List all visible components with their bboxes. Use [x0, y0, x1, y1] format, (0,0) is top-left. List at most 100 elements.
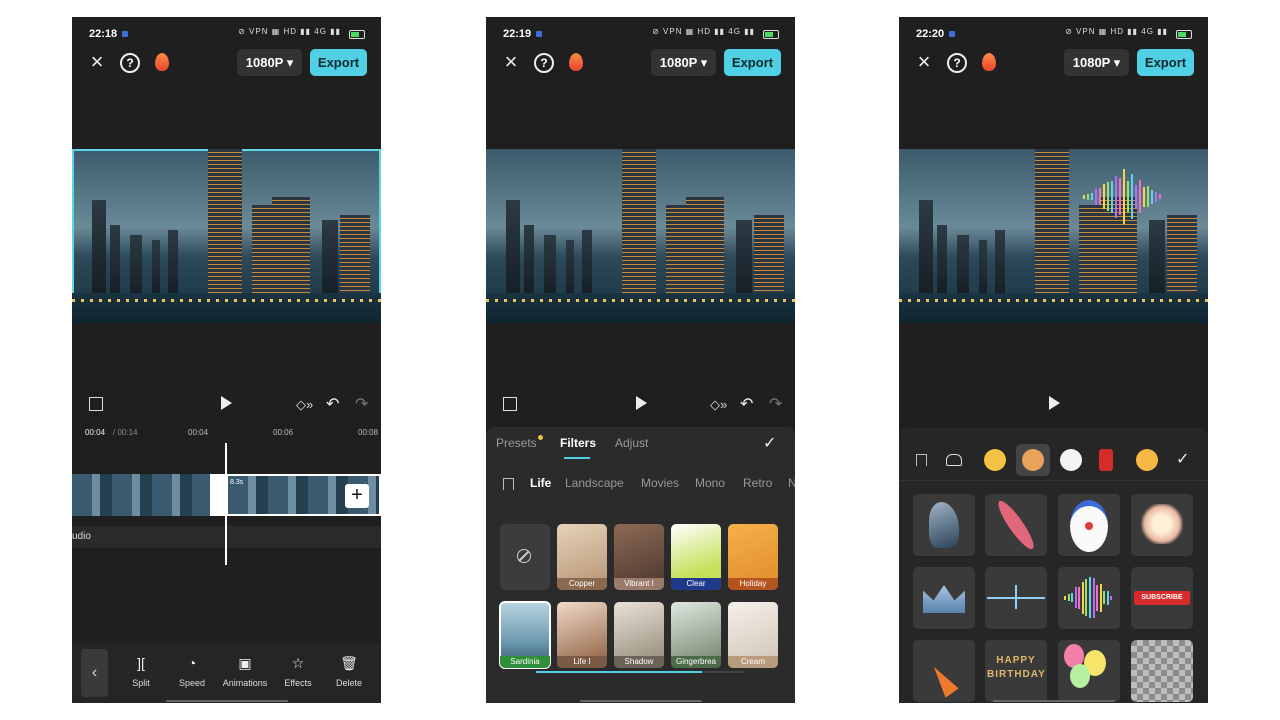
surfboard-sticker[interactable] [985, 494, 1047, 556]
confirm-check-icon[interactable]: ✓ [1176, 449, 1189, 469]
horse-sticker[interactable] [913, 494, 975, 556]
close-icon[interactable]: × [500, 51, 522, 73]
fire-icon[interactable] [982, 53, 996, 71]
playhead[interactable] [225, 443, 227, 565]
keyframe-icon[interactable]: ◇» [710, 397, 727, 413]
bookmark-icon[interactable] [916, 454, 927, 466]
color-wave-sticker[interactable] [1058, 567, 1120, 629]
redo-icon[interactable]: ↷ [355, 394, 368, 414]
tab-adjust[interactable]: Adjust [615, 436, 648, 450]
filter-gingerbread[interactable]: Gingerbrea [671, 602, 721, 668]
redo-icon[interactable]: ↷ [769, 394, 782, 414]
category-landscape[interactable]: Landscape [565, 476, 624, 490]
undo-icon[interactable]: ↶ [740, 394, 753, 414]
filter-cream[interactable]: Cream [728, 602, 778, 668]
back-button[interactable]: ‹ [81, 649, 108, 697]
sticker-wink-icon[interactable] [1136, 449, 1158, 471]
split-button[interactable]: ][Split [115, 655, 167, 688]
confirm-check-icon[interactable]: ✓ [763, 433, 776, 453]
export-button[interactable]: Export [724, 49, 781, 76]
happy-birthday-sticker[interactable]: HAPPY BIRTHDAY [985, 640, 1047, 702]
filter-life-i[interactable]: Life I [557, 602, 607, 668]
wave-bar [1085, 579, 1087, 616]
delete-button[interactable]: 🗑 Delete [323, 655, 375, 688]
fire-icon[interactable] [155, 53, 169, 71]
subscribe-label: SUBSCRIBE [1134, 591, 1190, 605]
export-button[interactable]: Export [310, 49, 367, 76]
play-icon[interactable] [221, 396, 232, 410]
filter-sardinia[interactable]: Sardinia [499, 601, 551, 669]
sound-wave-sticker-overlay[interactable] [1083, 169, 1163, 225]
resolution-dropdown[interactable]: 1080P ▾ [651, 49, 716, 76]
filter-scrollbar[interactable] [536, 671, 744, 673]
wave-bar [1159, 194, 1161, 199]
keyframe-icon[interactable]: ◇» [296, 397, 313, 413]
close-icon[interactable]: × [86, 51, 108, 73]
animations-button[interactable]: ▣ Animations [219, 655, 271, 688]
phone-screen-edit: 22:18 ⊘ VPN ▦ HD ▮▮ 4G ▮▮ × ? 1080P ▾ Ex… [72, 17, 381, 703]
filter-shadow[interactable]: Shadow [614, 602, 664, 668]
clown-sticker[interactable] [1058, 494, 1120, 556]
sticker-ball-icon[interactable] [1060, 449, 1082, 471]
filter-copper[interactable]: Copper [557, 524, 607, 590]
heart-sticker[interactable] [1131, 494, 1193, 556]
line-wave-sticker[interactable] [985, 567, 1047, 629]
bookmark-icon[interactable] [503, 478, 514, 490]
subscribe-sticker[interactable]: SUBSCRIBE [1131, 567, 1193, 629]
ruler-tick: 00:06 [273, 428, 294, 437]
emoji-icon[interactable] [984, 449, 1006, 471]
none-icon [517, 549, 531, 563]
fullscreen-icon[interactable] [503, 397, 517, 411]
filter-clear[interactable]: Clear [671, 524, 721, 590]
wave-bar [1103, 184, 1105, 209]
undo-icon[interactable]: ↶ [326, 394, 339, 414]
filter-holiday[interactable]: Holiday [728, 524, 778, 590]
add-clip-button[interactable]: + [345, 484, 369, 508]
balloons-sticker[interactable] [1058, 640, 1120, 702]
export-button[interactable]: Export [1137, 49, 1194, 76]
category-mono[interactable]: Mono [695, 476, 725, 490]
tab-filters[interactable]: Filters [560, 436, 596, 450]
wave-bar [1155, 192, 1157, 202]
audio-track-label: udio [72, 531, 91, 542]
tab-presets[interactable]: Presets [496, 436, 537, 450]
category-life[interactable]: Life [530, 476, 551, 490]
fullscreen-icon[interactable] [89, 397, 103, 411]
speed-button[interactable]: ◔ Speed [166, 655, 218, 688]
resolution-dropdown[interactable]: 1080P ▾ [237, 49, 302, 76]
wave-bar [1064, 596, 1066, 600]
help-icon[interactable]: ? [947, 53, 967, 73]
help-icon[interactable]: ? [120, 53, 140, 73]
pixel-sticker[interactable] [1131, 640, 1193, 702]
close-icon[interactable]: × [913, 51, 935, 73]
clip-duration: 8.3s [230, 479, 244, 486]
animations-icon: ▣ [238, 655, 252, 671]
video-clip[interactable] [72, 474, 210, 516]
filter-none[interactable] [500, 524, 550, 590]
video-preview[interactable] [899, 149, 1208, 323]
phone-screen-stickers: 22:20 ⊘ VPN ▦ HD ▮▮ 4G ▮▮ × ? 1080P ▾ Ex… [899, 17, 1208, 703]
video-preview[interactable] [72, 149, 381, 323]
play-icon[interactable] [636, 396, 647, 410]
wave-bar [1115, 176, 1117, 218]
sticker-bolt-icon[interactable] [1099, 449, 1113, 471]
current-time: 00:04 [85, 428, 106, 437]
video-preview[interactable] [486, 149, 795, 323]
category-movies[interactable]: Movies [641, 476, 679, 490]
category-retro[interactable]: Retro [743, 476, 772, 490]
effects-button[interactable]: ☆ Effects [272, 655, 324, 688]
filter-vibrant-i[interactable]: Vibrant I [614, 524, 664, 590]
effects-icon: ☆ [291, 655, 305, 671]
total-time: / 00:14 [113, 428, 138, 437]
crown-sticker[interactable] [913, 567, 975, 629]
play-icon[interactable] [1049, 396, 1060, 410]
wave-bar [1087, 194, 1089, 200]
wave-bar [1119, 178, 1121, 215]
sticker-cat-icon[interactable] [946, 454, 962, 466]
category-more[interactable]: N [788, 476, 795, 490]
wave-bar [1123, 169, 1125, 224]
party-horn-sticker[interactable] [913, 640, 975, 702]
help-icon[interactable]: ? [534, 53, 554, 73]
resolution-dropdown[interactable]: 1080P ▾ [1064, 49, 1129, 76]
fire-icon[interactable] [569, 53, 583, 71]
